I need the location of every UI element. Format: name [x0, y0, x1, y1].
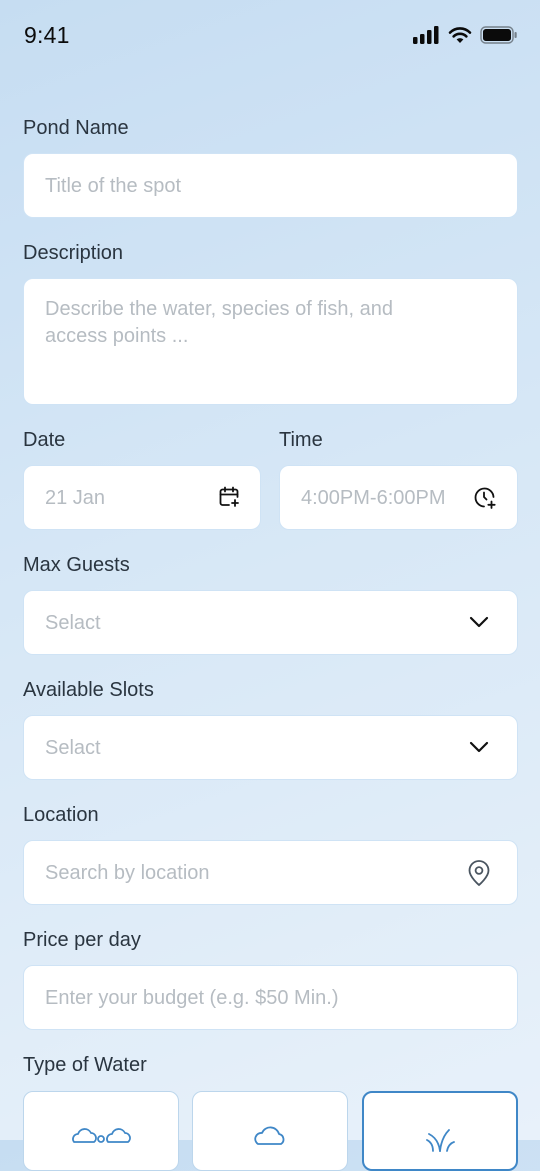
- location-label: Location: [23, 804, 99, 826]
- date-value: 21 Jan: [45, 487, 106, 509]
- date-picker[interactable]: 21 Jan: [23, 465, 261, 530]
- plant-icon: [423, 1125, 457, 1158]
- max-guests-select[interactable]: Selact: [23, 590, 518, 655]
- description-textarea[interactable]: Describe the water, species of fish, and…: [23, 278, 518, 405]
- calendar-add-icon[interactable]: [218, 486, 240, 508]
- available-slots-label: Available Slots: [23, 679, 154, 701]
- max-guests-placeholder: Selact: [45, 612, 101, 634]
- chevron-down-icon[interactable]: [469, 741, 489, 753]
- description-label: Description: [23, 242, 124, 264]
- max-guests-label: Max Guests: [23, 554, 130, 576]
- date-label: Date: [23, 429, 66, 451]
- price-label: Price per day: [23, 929, 141, 951]
- battery-icon: [480, 26, 518, 49]
- pond-name-input[interactable]: Title of the spot: [23, 153, 518, 218]
- available-slots-select[interactable]: Selact: [23, 715, 518, 780]
- chevron-down-icon[interactable]: [469, 616, 489, 628]
- signal-icon: [413, 26, 440, 49]
- location-search-input[interactable]: Search by location: [23, 840, 518, 905]
- time-label: Time: [279, 429, 323, 451]
- clock-add-icon[interactable]: [473, 486, 497, 510]
- price-placeholder: Enter your budget (e.g. $50 Min.): [45, 987, 339, 1009]
- clouds-icon: [70, 1124, 132, 1159]
- time-value: 4:00PM-6:00PM: [301, 487, 446, 509]
- time-picker[interactable]: 4:00PM-6:00PM: [279, 465, 518, 530]
- available-slots-placeholder: Selact: [45, 737, 101, 759]
- water-type-label: Type of Water: [23, 1054, 147, 1076]
- description-placeholder: Describe the water, species of fish, and…: [45, 298, 393, 347]
- water-type-option-2[interactable]: [192, 1091, 348, 1171]
- status-time: 9:41: [24, 22, 70, 48]
- location-placeholder: Search by location: [45, 862, 210, 884]
- water-type-option-3[interactable]: [362, 1091, 518, 1171]
- status-bar: 9:41: [0, 0, 540, 72]
- status-icons: [413, 26, 518, 49]
- location-pin-icon[interactable]: [466, 860, 492, 887]
- pond-name-label: Pond Name: [23, 117, 129, 139]
- price-input[interactable]: Enter your budget (e.g. $50 Min.): [23, 965, 518, 1030]
- pond-name-placeholder: Title of the spot: [45, 175, 181, 197]
- wifi-icon: [448, 26, 472, 49]
- water-type-option-1[interactable]: [23, 1091, 179, 1171]
